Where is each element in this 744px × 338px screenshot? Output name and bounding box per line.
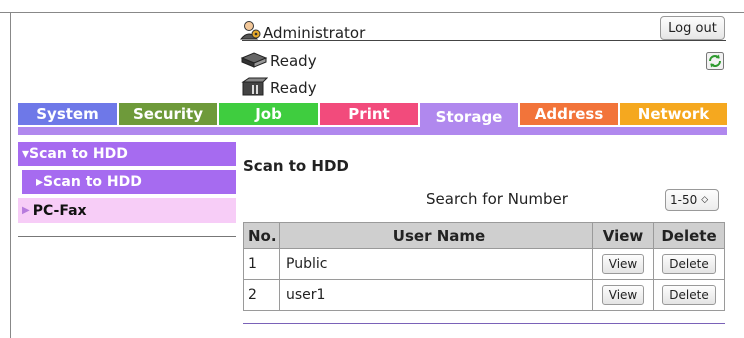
chevron-updown-icon: ◇ (701, 195, 709, 205)
table-header-row: No. User Name View Delete (243, 222, 725, 249)
printer-status-1: Ready (240, 50, 317, 70)
tab-security[interactable]: Security (119, 103, 217, 125)
column-header-delete: Delete (653, 222, 725, 249)
row-user-name: user1 (279, 279, 593, 311)
header-divider (242, 40, 726, 41)
table-row: 1 Public View Delete (243, 248, 725, 280)
search-number-value: 1-50 (670, 193, 698, 207)
refresh-icon[interactable] (706, 52, 724, 70)
delete-button[interactable]: Delete (662, 254, 716, 274)
sidebar-item-scan-to-hdd[interactable]: ▾Scan to HDD (18, 142, 236, 166)
logout-button[interactable]: Log out (660, 16, 725, 40)
sidebar-subitem-scan-to-hdd[interactable]: ▸Scan to HDD (22, 170, 236, 194)
tab-underline-bar (18, 127, 727, 135)
frame-left-border (10, 12, 11, 338)
main-tabs: System Security Job Print Storage Addres… (18, 103, 727, 131)
view-button[interactable]: View (601, 285, 645, 305)
administrator-icon (240, 21, 261, 40)
sidebar-item-pc-fax-label: PC-Fax (32, 202, 87, 219)
tab-print[interactable]: Print (320, 103, 418, 125)
expand-arrow-icon: ▶ (22, 205, 30, 216)
status-text-2: Ready (270, 79, 317, 97)
row-number: 2 (243, 279, 280, 311)
sidebar-item-pc-fax[interactable]: ▶ PC-Fax (18, 198, 236, 223)
user-table: No. User Name View Delete 1 Public View … (243, 222, 725, 311)
row-user-name: Public (279, 248, 593, 280)
view-button[interactable]: View (601, 254, 645, 274)
row-number: 1 (243, 248, 280, 280)
table-row: 2 user1 View Delete (243, 279, 725, 311)
printer-icon (241, 77, 268, 96)
user-info: Administrator (240, 18, 365, 42)
delete-button[interactable]: Delete (662, 285, 716, 305)
tab-address[interactable]: Address (520, 103, 618, 125)
status-text-1: Ready (270, 52, 317, 70)
sidebar-divider (18, 236, 236, 237)
printer-status-2: Ready (240, 77, 317, 97)
search-number-select[interactable]: 1-50 ◇ (665, 189, 719, 211)
tab-job[interactable]: Job (219, 103, 318, 125)
frame-top-border (0, 12, 744, 13)
page-title: Scan to HDD (243, 157, 349, 175)
column-header-no: No. (243, 222, 280, 249)
tab-system[interactable]: System (18, 103, 117, 125)
tab-network[interactable]: Network (620, 103, 727, 125)
search-number-label: Search for Number (426, 190, 568, 208)
scanner-icon (240, 52, 268, 68)
column-header-user-name: User Name (279, 222, 593, 249)
column-header-view: View (592, 222, 654, 249)
content-bottom-divider (243, 323, 725, 324)
